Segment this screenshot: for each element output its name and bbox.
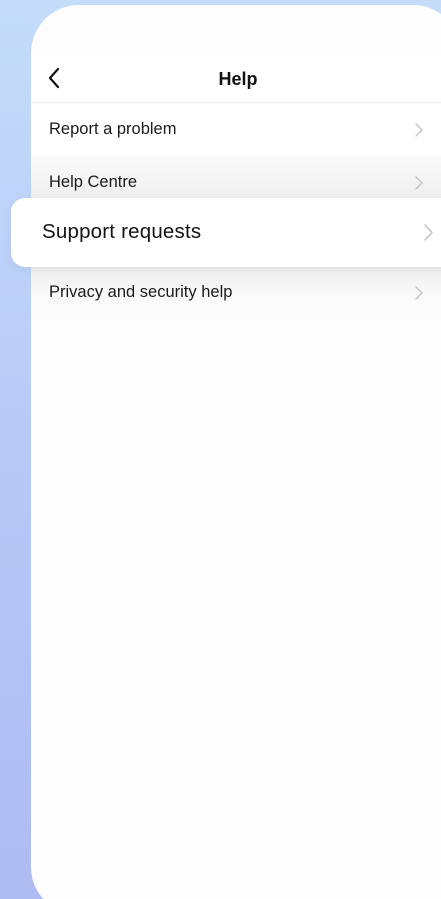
menu-item-support-requests[interactable]: Support requests — [11, 198, 441, 267]
menu-item-label: Help Centre — [49, 173, 138, 191]
phone-screen: Help Report a problem Help Centre Privac… — [31, 5, 441, 899]
menu-item-label: Privacy and security help — [49, 283, 233, 301]
chevron-right-icon — [415, 176, 423, 190]
menu-item-report-a-problem[interactable]: Report a problem — [31, 103, 441, 156]
menu-item-privacy-and-security-help[interactable]: Privacy and security help — [31, 263, 441, 323]
chevron-right-icon — [415, 286, 423, 300]
menu-item-label: Report a problem — [49, 120, 177, 138]
chevron-right-icon — [415, 123, 423, 137]
chevron-right-icon — [424, 224, 433, 241]
menu-item-label: Support requests — [42, 220, 202, 243]
page-title: Help — [218, 69, 258, 89]
header-bar: Help — [31, 55, 441, 103]
